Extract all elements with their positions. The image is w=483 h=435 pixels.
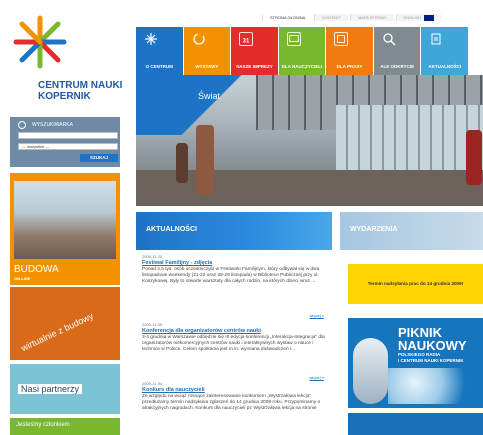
utility-contact-link[interactable]: KONTAKT <box>314 14 348 21</box>
deadline-banner[interactable]: Termin nadsyłania prac do 14 grudnia 200… <box>348 264 483 304</box>
search-icon <box>18 121 26 129</box>
top-line <box>0 0 483 2</box>
press-icon <box>334 32 349 46</box>
budowa-online-tile[interactable]: BUDOWA ON-LINE <box>10 173 120 285</box>
partners-tile[interactable]: Nasi partnerzy <box>10 364 120 414</box>
news-item: 2009-11-05 Konferencja dla organizatorów… <box>142 322 328 380</box>
search-panel: WYSZUKIWARKA --- wszystkie --- SZUKAJ <box>10 117 120 167</box>
document-icon <box>431 33 441 45</box>
search-category-select[interactable]: --- wszystkie --- <box>18 143 118 150</box>
nav-label: DLA PRASY <box>336 64 363 69</box>
hero-floor <box>136 170 483 206</box>
utility-home-link[interactable]: STRONA GŁÓWNA <box>262 14 313 21</box>
members-tile[interactable]: Jesteśmy członkiem <box>10 418 120 435</box>
test-tube-icon <box>353 338 388 404</box>
brand-name-line1: CENTRUM NAUKI <box>38 80 123 91</box>
nav-label: O CENTRUM <box>145 64 173 69</box>
search-input[interactable] <box>18 132 118 139</box>
hero-label: Świat <box>198 91 221 101</box>
nav-label: NASZE IMPREZY <box>236 64 273 69</box>
nav-wystawy[interactable]: WYSTAWY <box>183 27 231 75</box>
nav-dla-nauczycieli[interactable]: DLA NAUCZYCIELI <box>278 27 326 75</box>
nav-label: AKTUALNOŚCI <box>428 64 462 69</box>
construction-photo <box>14 181 116 259</box>
budowa-subtitle: ON-LINE <box>14 276 31 281</box>
calendar-icon: 31 <box>239 32 254 46</box>
nav-o-centrum[interactable]: O CENTRUM <box>136 27 183 75</box>
brand-name: CENTRUM NAUKI KOPERNIK <box>38 80 138 102</box>
nav-aktualnosci[interactable]: AKTUALNOŚCI <box>421 27 469 75</box>
hero-person <box>196 125 214 195</box>
partners-title: Nasi partnerzy <box>18 384 83 394</box>
news-date: 2009-11-04 <box>142 381 163 386</box>
foam-decoration <box>388 368 478 404</box>
news-body: 3-4 grudnia w Warszawie odbędzie się III… <box>142 335 325 352</box>
news-more-link[interactable]: więcej » <box>310 375 324 380</box>
events-next-banner[interactable] <box>348 413 483 435</box>
budowa-title: BUDOWA <box>14 264 59 275</box>
events-section: WYDARZENIA Termin nadsyłania prac do 14 … <box>340 206 483 435</box>
news-item: 2009-11-20 Festiwal Familijny - zdjęcia … <box>142 254 328 318</box>
brand-name-line2: KOPERNIK <box>38 91 91 102</box>
piknik-naukowy-banner[interactable]: PIKNIK NAUKOWY POLSKIEGO RADIA I CENTRUM… <box>348 318 483 408</box>
hero-banner[interactable]: Świat <box>136 75 483 206</box>
nav-nasze-imprezy[interactable]: 31 NASZE IMPREZY <box>231 27 278 75</box>
hero-glass-wall <box>336 105 483 175</box>
board-icon <box>286 32 301 46</box>
piknik-subtitle-line2: I CENTRUM NAUKI KOPERNIK <box>398 358 464 363</box>
news-headline-link[interactable]: Konferencja dla organizatorów centrów na… <box>142 328 328 334</box>
news-date: 2009-11-20 <box>142 254 163 259</box>
wirtualnie-tile[interactable]: wirtualnie z budowy <box>10 287 120 360</box>
page: CENTRUM NAUKI KOPERNIK STRONA GŁÓWNA KON… <box>0 0 483 435</box>
nav-label: DLA NAUCZYCIELI <box>281 64 323 69</box>
news-body: Ze względu na wciąż rosnące zainteresowa… <box>142 394 321 411</box>
piknik-title-line2: NAUKOWY <box>398 338 467 353</box>
events-header: WYDARZENIA <box>340 212 483 250</box>
hero-person <box>466 130 482 185</box>
refresh-icon <box>192 33 205 45</box>
utility-nav: STRONA GŁÓWNA KONTAKT MAPA STRONY ENGLIS… <box>262 14 442 22</box>
nav-label: WYSTAWY <box>195 64 219 69</box>
svg-text:31: 31 <box>243 38 250 44</box>
news-item: 2009-11-04 Konkurs dla nauczycieli Ze wz… <box>142 381 328 412</box>
news-date: 2009-11-05 <box>142 322 163 327</box>
search-button[interactable]: SZUKAJ <box>80 154 118 162</box>
piknik-title: PIKNIK NAUKOWY <box>398 326 467 352</box>
news-headline-link[interactable]: Festiwal Familijny - zdjęcia <box>142 260 328 266</box>
star-burst-icon <box>145 33 157 45</box>
uk-flag-icon <box>424 14 435 21</box>
search-title: WYSZUKIWARKA <box>32 122 73 128</box>
nav-label: ALE ODKRYCIE <box>380 64 415 69</box>
hero-person <box>176 143 188 183</box>
utility-english-label: ENGLISH <box>403 15 422 20</box>
news-title: AKTUALNOŚCI <box>146 226 197 233</box>
news-section: AKTUALNOŚCI 2009-11-20 Festiwal Familijn… <box>136 206 332 435</box>
members-title: Jesteśmy członkiem <box>16 422 70 428</box>
news-body: Ponad 2,5 tys. osób uczestniczyło w Fest… <box>142 267 320 284</box>
news-header: AKTUALNOŚCI <box>136 212 332 250</box>
utility-english-link[interactable]: ENGLISH <box>395 14 442 21</box>
wirtualnie-title: wirtualnie z budowy <box>19 310 95 354</box>
piknik-subtitle: POLSKIEGO RADIA I CENTRUM NAUKI KOPERNIK <box>398 352 464 364</box>
news-more-link[interactable]: więcej » <box>310 313 324 318</box>
news-headline-link[interactable]: Konkurs dla nauczycieli <box>142 387 328 393</box>
nav-ale-odkrycie[interactable]: ALE ODKRYCIE <box>373 27 421 75</box>
utility-sitemap-link[interactable]: MAPA STRONY <box>349 14 394 21</box>
main-nav: O CENTRUM WYSTAWY 31 NASZE IMPREZY DLA N… <box>136 27 469 75</box>
nav-dla-prasy[interactable]: DLA PRASY <box>326 27 373 75</box>
events-title: WYDARZENIA <box>350 226 398 233</box>
hero-swiat-label-box: Świat <box>136 75 266 135</box>
select-value: --- wszystkie --- <box>22 144 50 149</box>
magnifier-icon <box>383 33 396 46</box>
kopernik-logo-icon[interactable] <box>10 12 70 72</box>
